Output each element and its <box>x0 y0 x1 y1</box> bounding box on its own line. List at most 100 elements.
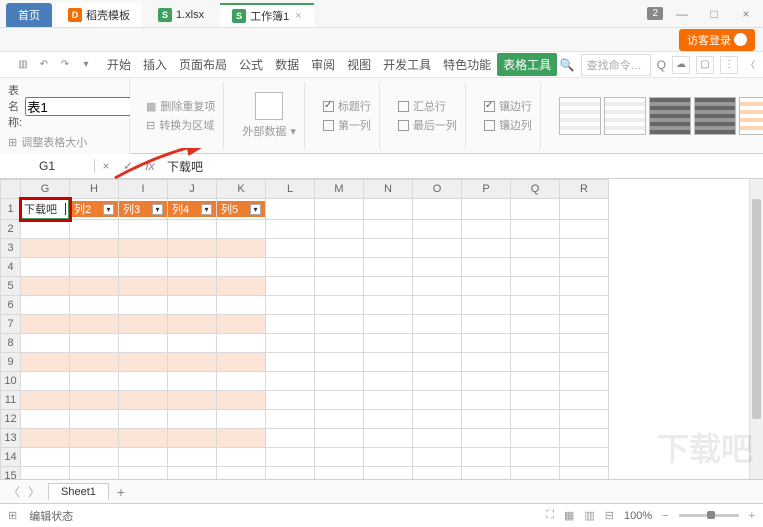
cell[interactable] <box>511 277 560 296</box>
sheet-next-icon[interactable]: 〉 <box>28 483 40 500</box>
cell[interactable] <box>462 220 511 239</box>
cell[interactable] <box>560 220 609 239</box>
last-col-check[interactable]: 最后一列 <box>398 117 457 133</box>
cell[interactable] <box>119 220 168 239</box>
row-header[interactable]: 10 <box>1 372 21 391</box>
cell[interactable] <box>70 334 119 353</box>
cell[interactable] <box>21 258 70 277</box>
cell[interactable] <box>511 258 560 277</box>
external-data-button[interactable]: 外部数据 ▾ <box>242 123 296 139</box>
menu-item-8[interactable]: 特色功能 <box>437 53 497 76</box>
cell[interactable] <box>511 448 560 467</box>
col-header[interactable]: G <box>21 180 70 199</box>
cell[interactable] <box>511 372 560 391</box>
cell[interactable]: 列4▾ <box>168 199 217 220</box>
cell[interactable] <box>364 410 413 429</box>
cell[interactable] <box>217 277 266 296</box>
table-style-gallery[interactable] <box>559 97 763 135</box>
row-header[interactable]: 2 <box>1 220 21 239</box>
cell[interactable] <box>315 277 364 296</box>
cell[interactable] <box>560 315 609 334</box>
cell[interactable] <box>462 239 511 258</box>
cell[interactable] <box>364 353 413 372</box>
menu-icon[interactable]: ⋮ <box>720 56 738 74</box>
confirm-icon[interactable]: ✓ <box>117 159 139 173</box>
cell[interactable] <box>364 296 413 315</box>
cell[interactable] <box>413 315 462 334</box>
cell[interactable] <box>413 334 462 353</box>
cell[interactable] <box>168 277 217 296</box>
box-icon[interactable]: ▢ <box>696 56 714 74</box>
cell[interactable]: 列3▾ <box>119 199 168 220</box>
cell[interactable] <box>217 372 266 391</box>
view4-icon[interactable]: ⊟ <box>605 509 614 522</box>
cell[interactable] <box>217 239 266 258</box>
cell[interactable] <box>168 391 217 410</box>
cell[interactable] <box>364 391 413 410</box>
cell[interactable] <box>266 315 315 334</box>
cell[interactable] <box>413 258 462 277</box>
cell[interactable] <box>462 199 511 220</box>
cell[interactable] <box>462 296 511 315</box>
row-header[interactable]: 11 <box>1 391 21 410</box>
cell[interactable] <box>511 239 560 258</box>
cell[interactable] <box>119 296 168 315</box>
cell[interactable] <box>217 410 266 429</box>
first-col-check[interactable]: 第一列 <box>323 117 371 133</box>
style-preview-1[interactable] <box>559 97 601 135</box>
cell[interactable] <box>560 391 609 410</box>
cell[interactable] <box>315 353 364 372</box>
cell[interactable] <box>70 467 119 480</box>
cell[interactable] <box>511 296 560 315</box>
cell[interactable] <box>217 296 266 315</box>
cell[interactable] <box>364 334 413 353</box>
cell[interactable] <box>168 372 217 391</box>
external-data-icon[interactable] <box>255 92 283 120</box>
cell[interactable] <box>119 410 168 429</box>
cell[interactable] <box>266 410 315 429</box>
cell[interactable] <box>511 391 560 410</box>
cell[interactable] <box>315 199 364 220</box>
col-header[interactable]: O <box>413 180 462 199</box>
tab-file-2[interactable]: S工作簿1× <box>220 3 314 27</box>
grid-icon[interactable]: ▥ <box>14 56 32 74</box>
cell[interactable] <box>70 410 119 429</box>
cell[interactable] <box>266 239 315 258</box>
cell[interactable] <box>21 391 70 410</box>
row-header[interactable]: 6 <box>1 296 21 315</box>
row-header[interactable]: 4 <box>1 258 21 277</box>
cell[interactable] <box>21 315 70 334</box>
cell[interactable] <box>462 429 511 448</box>
cell[interactable] <box>21 429 70 448</box>
view2-icon[interactable]: ▦ <box>564 509 574 522</box>
menu-item-5[interactable]: 审阅 <box>305 53 341 76</box>
resize-table-button[interactable]: ⊞ 调整表格大小 <box>8 134 121 150</box>
cell[interactable] <box>266 258 315 277</box>
cell[interactable] <box>413 199 462 220</box>
cell[interactable]: 列5▾ <box>217 199 266 220</box>
cell[interactable] <box>462 467 511 480</box>
cell[interactable] <box>413 353 462 372</box>
cell[interactable] <box>70 258 119 277</box>
row-header[interactable]: 9 <box>1 353 21 372</box>
cell[interactable] <box>168 220 217 239</box>
cell[interactable] <box>217 448 266 467</box>
cell[interactable] <box>217 429 266 448</box>
col-header[interactable]: L <box>266 180 315 199</box>
cell[interactable] <box>168 258 217 277</box>
corner-cell[interactable] <box>1 180 21 199</box>
cell[interactable] <box>266 391 315 410</box>
formula-input[interactable]: 下载吧 <box>161 158 763 175</box>
cell[interactable] <box>70 372 119 391</box>
cell[interactable] <box>266 296 315 315</box>
cell[interactable] <box>511 410 560 429</box>
col-header[interactable]: N <box>364 180 413 199</box>
cell[interactable] <box>315 315 364 334</box>
cell[interactable] <box>511 334 560 353</box>
cell[interactable] <box>462 448 511 467</box>
col-header[interactable]: I <box>119 180 168 199</box>
cell[interactable] <box>21 277 70 296</box>
cell[interactable] <box>560 258 609 277</box>
cell[interactable] <box>21 467 70 480</box>
cell[interactable] <box>21 372 70 391</box>
